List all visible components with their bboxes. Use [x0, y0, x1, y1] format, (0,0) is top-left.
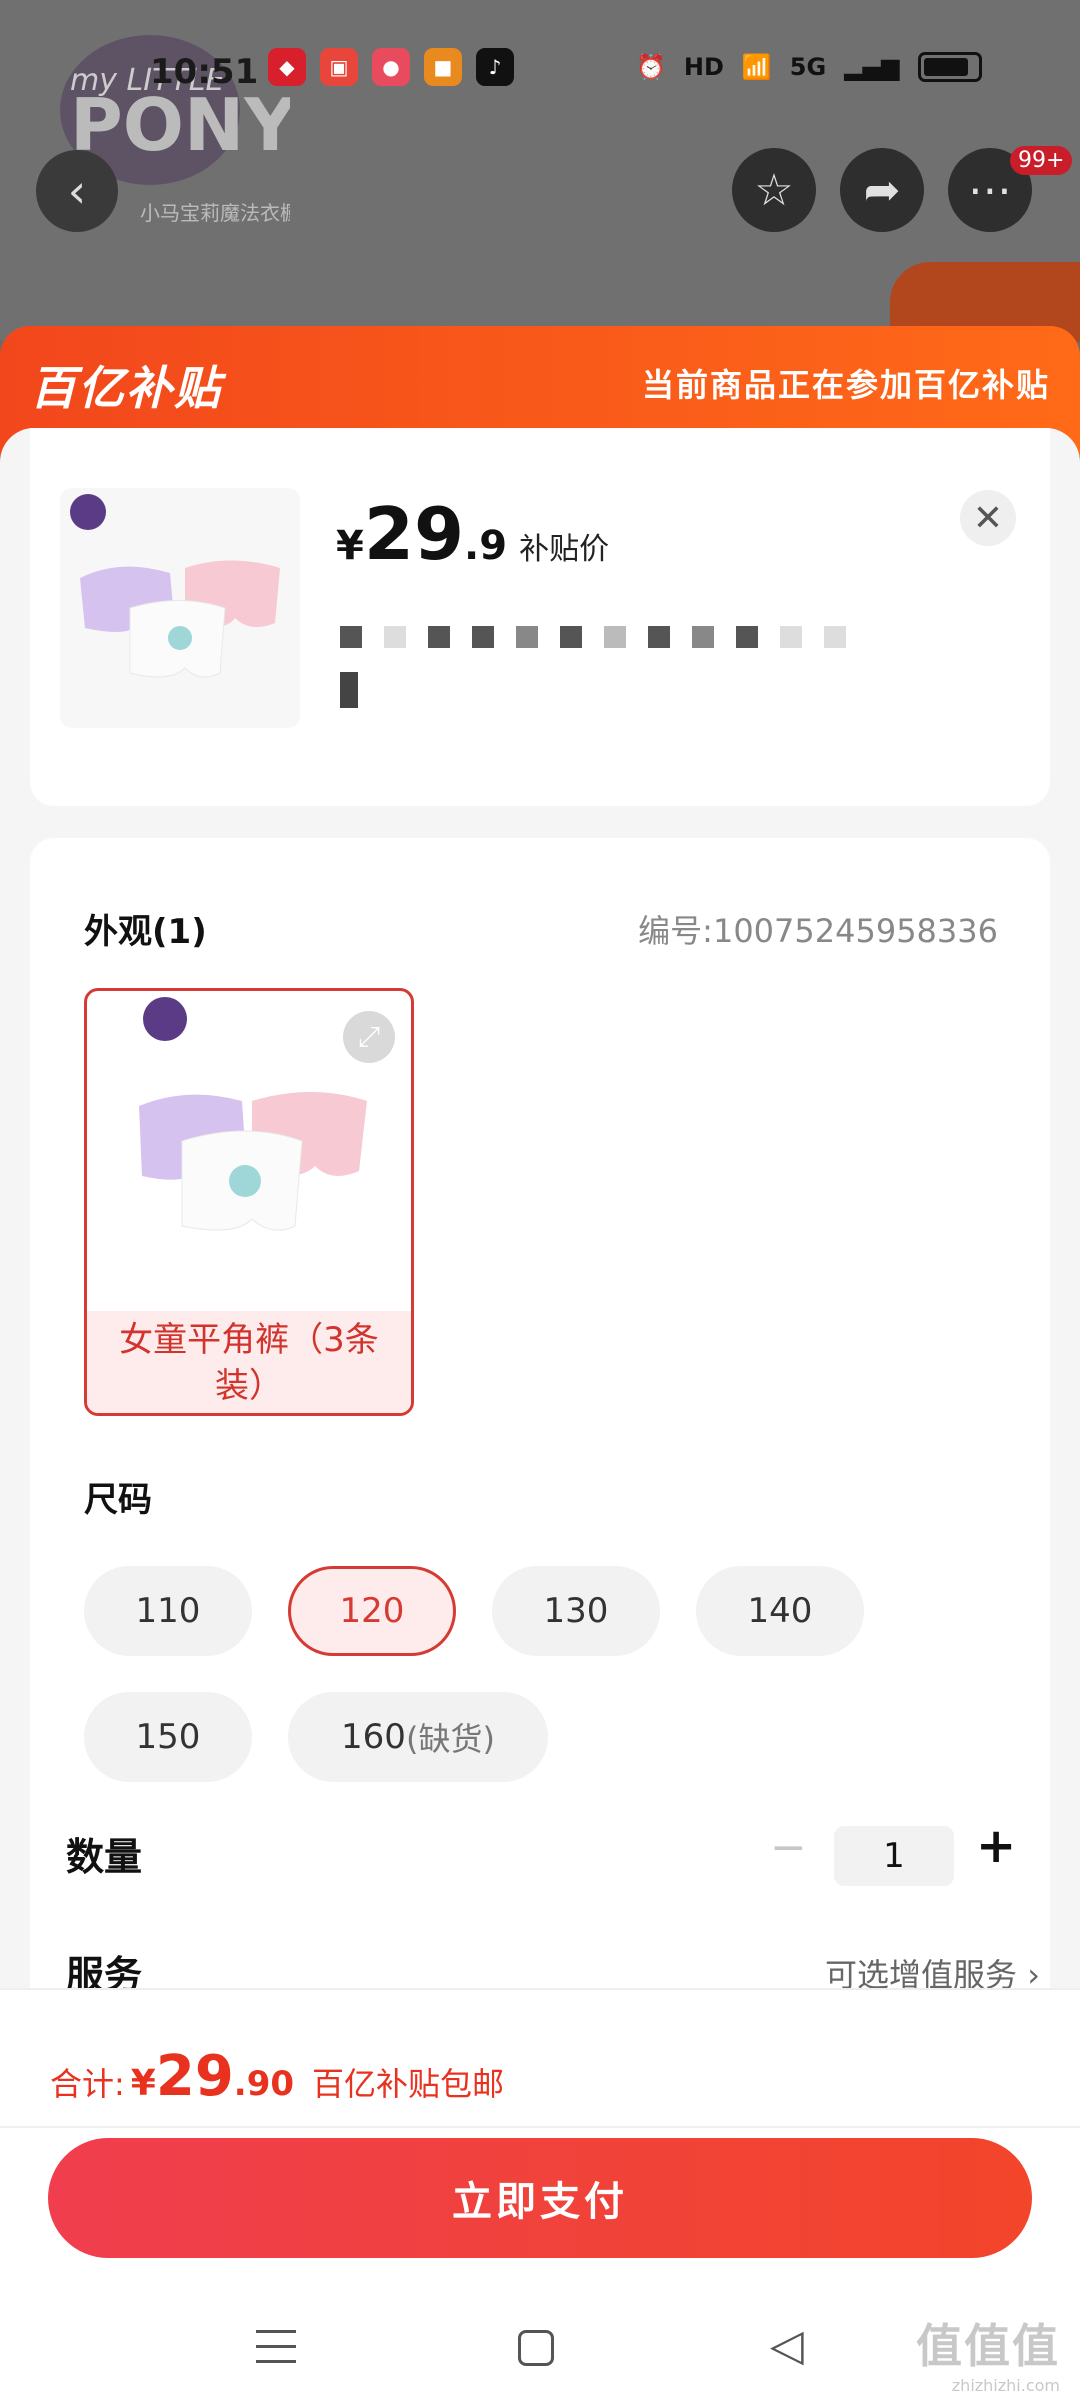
variant-option-selected[interactable]: ⤢ 女童平角裤（3条装）: [84, 988, 414, 1416]
size-option-150[interactable]: 150: [84, 1692, 252, 1782]
price: ¥ 29 .9 补贴价: [336, 492, 609, 576]
quantity-decrease-button[interactable]: −: [770, 1822, 807, 1873]
price-decimal: .9: [464, 523, 508, 569]
share-button[interactable]: ➦: [840, 148, 924, 232]
app-notification-icon: ▣: [320, 48, 358, 86]
out-of-stock-note: (缺货): [405, 1720, 495, 1758]
subsidy-logo: 百亿补贴: [30, 361, 222, 415]
size-option-120[interactable]: 120: [288, 1566, 456, 1656]
subsidy-notice: 当前商品正在参加百亿补贴: [641, 366, 1050, 404]
total-currency: ¥: [130, 2063, 156, 2104]
close-button[interactable]: ✕: [960, 490, 1016, 546]
network-icon: 5G: [789, 53, 827, 81]
close-icon: ✕: [972, 497, 1004, 539]
size-title: 尺码: [84, 1480, 152, 1520]
price-tag: 补贴价: [519, 532, 610, 567]
home-button[interactable]: [518, 2330, 554, 2366]
price-currency: ¥: [336, 523, 364, 569]
total-integer: 29: [155, 2044, 234, 2109]
redacted-text: [340, 672, 358, 708]
divider: [0, 2126, 1080, 2128]
price-integer: 29: [363, 492, 465, 576]
app-notification-icon: ●: [372, 48, 410, 86]
product-image: [70, 494, 280, 678]
system-back-button[interactable]: ◁: [770, 2320, 804, 2371]
message-badge: 99+: [1010, 146, 1073, 175]
signal-icon: ▂▄▆: [844, 53, 900, 81]
status-bar: 10:51 ◆ ▣ ● ■ ♪ ⏰ HD 📶 5G ▂▄▆: [0, 40, 1080, 100]
status-time: 10:51: [150, 52, 259, 92]
recent-apps-button[interactable]: [256, 2330, 296, 2364]
quantity-label: 数量: [66, 1835, 143, 1879]
app-notification-icon: ◆: [268, 48, 306, 86]
product-summary: ¥ 29 .9 补贴价 ✕: [30, 428, 1050, 806]
chevron-left-icon: ‹: [67, 164, 87, 218]
alarm-icon: ⏰: [636, 53, 666, 81]
total-label: 合计:: [50, 2065, 125, 2103]
wifi-icon: 📶: [741, 53, 772, 81]
status-indicators: ⏰ HD 📶 5G ▂▄▆: [636, 52, 982, 82]
watermark: 值值值 zhizhizhi.com: [916, 2319, 1060, 2395]
tiktok-icon: ♪: [476, 48, 514, 86]
appearance-title: 外观(1): [84, 912, 207, 952]
size-option-110[interactable]: 110: [84, 1566, 252, 1656]
battery-icon: [917, 52, 982, 82]
star-icon: ☆: [754, 164, 794, 216]
size-option-140[interactable]: 140: [696, 1566, 864, 1656]
size-option-160[interactable]: 160 (缺货): [288, 1692, 548, 1782]
shipping-note: 百亿补贴包邮: [312, 2065, 505, 2103]
share-icon: ➦: [863, 164, 901, 216]
status-app-icons: ◆ ▣ ● ■ ♪: [268, 48, 514, 86]
back-button[interactable]: ‹: [36, 150, 118, 232]
size-option-130[interactable]: 130: [492, 1566, 660, 1656]
quantity-input[interactable]: 1: [834, 1826, 954, 1886]
item-code: 编号:10075245958336: [638, 912, 998, 950]
redacted-text: [340, 626, 846, 648]
svg-text:小马宝莉魔法衣橱: 小马宝莉魔法衣橱: [140, 201, 290, 225]
total: 合计: ¥ 29 .90 百亿补贴包邮: [50, 2044, 504, 2109]
variant-label: 女童平角裤（3条装）: [87, 1311, 411, 1413]
expand-icon[interactable]: ⤢: [343, 1011, 395, 1063]
more-icon: ⋯: [968, 164, 1012, 216]
app-notification-icon: ■: [424, 48, 462, 86]
favorite-button[interactable]: ☆: [732, 148, 816, 232]
hd-icon: HD: [683, 53, 724, 81]
product-thumbnail: [60, 488, 300, 728]
quantity-increase-button[interactable]: +: [976, 1818, 1016, 1874]
pay-now-button[interactable]: 立即支付: [48, 2138, 1032, 2258]
total-decimal: .90: [233, 2064, 295, 2104]
